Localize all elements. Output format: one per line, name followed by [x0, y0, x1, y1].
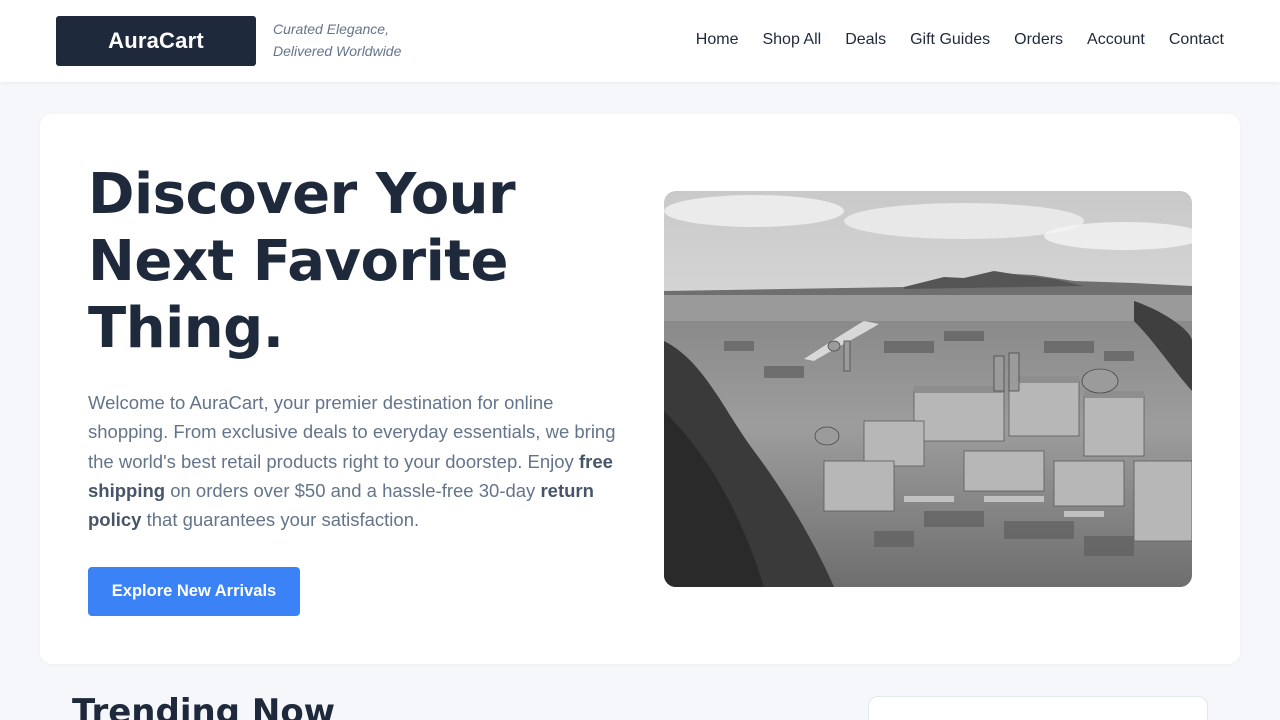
tagline-line-1: Curated Elegance, [273, 21, 389, 37]
hero-section: Discover Your Next Favorite Thing. Welco… [40, 114, 1240, 664]
side-card [868, 696, 1208, 720]
nav-home[interactable]: Home [696, 29, 739, 51]
nav-deals[interactable]: Deals [845, 29, 886, 51]
hero-text-part-3: that guarantees your satisfaction. [141, 509, 420, 531]
nav-account[interactable]: Account [1087, 29, 1145, 51]
brand-logo[interactable]: AuraCart [56, 16, 256, 66]
tagline-line-2: Delivered Worldwide [273, 43, 402, 59]
hero-title-line-3: Thing. [88, 296, 284, 361]
hero-description: Welcome to AuraCart, your premier destin… [88, 388, 618, 534]
nav-shop-all[interactable]: Shop All [762, 29, 821, 51]
hero-title-line-1: Discover Your [88, 162, 516, 227]
trending-now-heading: Trending Now [72, 692, 336, 720]
explore-new-arrivals-button[interactable]: Explore New Arrivals [88, 567, 300, 616]
hero-title: Discover Your Next Favorite Thing. [88, 161, 568, 362]
nav-contact[interactable]: Contact [1169, 29, 1224, 51]
city-aerial-image [664, 191, 1192, 587]
nav-gift-guides[interactable]: Gift Guides [910, 29, 990, 51]
nav-orders[interactable]: Orders [1014, 29, 1063, 51]
brand-tagline: Curated Elegance, Delivered Worldwide [273, 18, 453, 62]
hero-city-photo [664, 191, 1192, 587]
site-header: AuraCart Curated Elegance, Delivered Wor… [0, 0, 1280, 82]
hero-text-part-2: on orders over $50 and a hassle-free 30-… [165, 479, 541, 501]
hero-title-line-2: Next Favorite [88, 229, 509, 294]
hero-text-part-1: Welcome to AuraCart, your premier destin… [88, 392, 616, 472]
main-nav: Home Shop All Deals Gift Guides Orders A… [696, 29, 1224, 51]
